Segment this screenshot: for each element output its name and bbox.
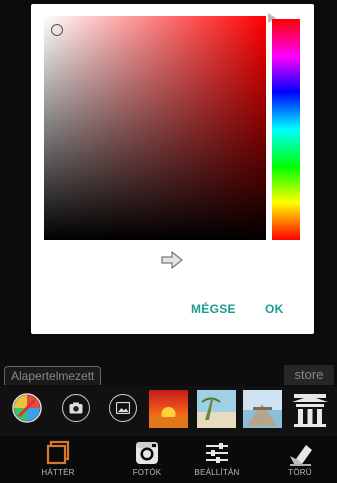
eraser-icon <box>290 445 312 466</box>
arrow-right-icon <box>161 251 183 269</box>
nav-label-photos: FOTÓK <box>132 468 162 477</box>
sunset-thumbnail[interactable] <box>149 390 188 428</box>
nav-label-background: HÁTTÉR <box>41 468 75 477</box>
pier-thumbnail[interactable] <box>243 390 282 428</box>
store-icon[interactable] <box>290 389 330 429</box>
sliders-icon <box>206 443 228 463</box>
instagram-icon <box>136 442 158 464</box>
color-selector-handle[interactable] <box>51 24 63 36</box>
beach-thumbnail[interactable] <box>197 390 236 428</box>
ok-button[interactable]: OK <box>265 302 284 316</box>
cancel-button[interactable]: MÉGSE <box>191 302 236 316</box>
hue-slider[interactable] <box>272 19 300 240</box>
store-button[interactable]: store <box>284 365 334 385</box>
screen: MÉGSE OK Alapertelmezett store HÁTTÉR FO… <box>0 0 337 483</box>
nav-item-photos[interactable]: FOTÓK <box>117 440 177 477</box>
camera-icon <box>69 402 83 414</box>
gallery-button[interactable] <box>109 394 137 422</box>
background-icon <box>46 440 70 465</box>
nav-item-erase[interactable]: TÖRÜ <box>270 440 330 477</box>
image-icon <box>116 402 130 414</box>
default-tab[interactable]: Alapertelmezett <box>4 366 102 385</box>
nav-label-settings: BEÁLLÍTÁN <box>194 468 240 477</box>
nav-item-background[interactable]: HÁTTÉR <box>28 440 88 477</box>
nav-item-settings[interactable]: BEÁLLÍTÁN <box>187 440 247 477</box>
saturation-value-area[interactable] <box>44 16 266 240</box>
color-wheel-icon[interactable] <box>11 392 43 424</box>
color-picker-dialog: MÉGSE OK <box>31 4 314 334</box>
nav-label-erase: TÖRÜ <box>288 468 312 477</box>
camera-button[interactable] <box>62 394 90 422</box>
